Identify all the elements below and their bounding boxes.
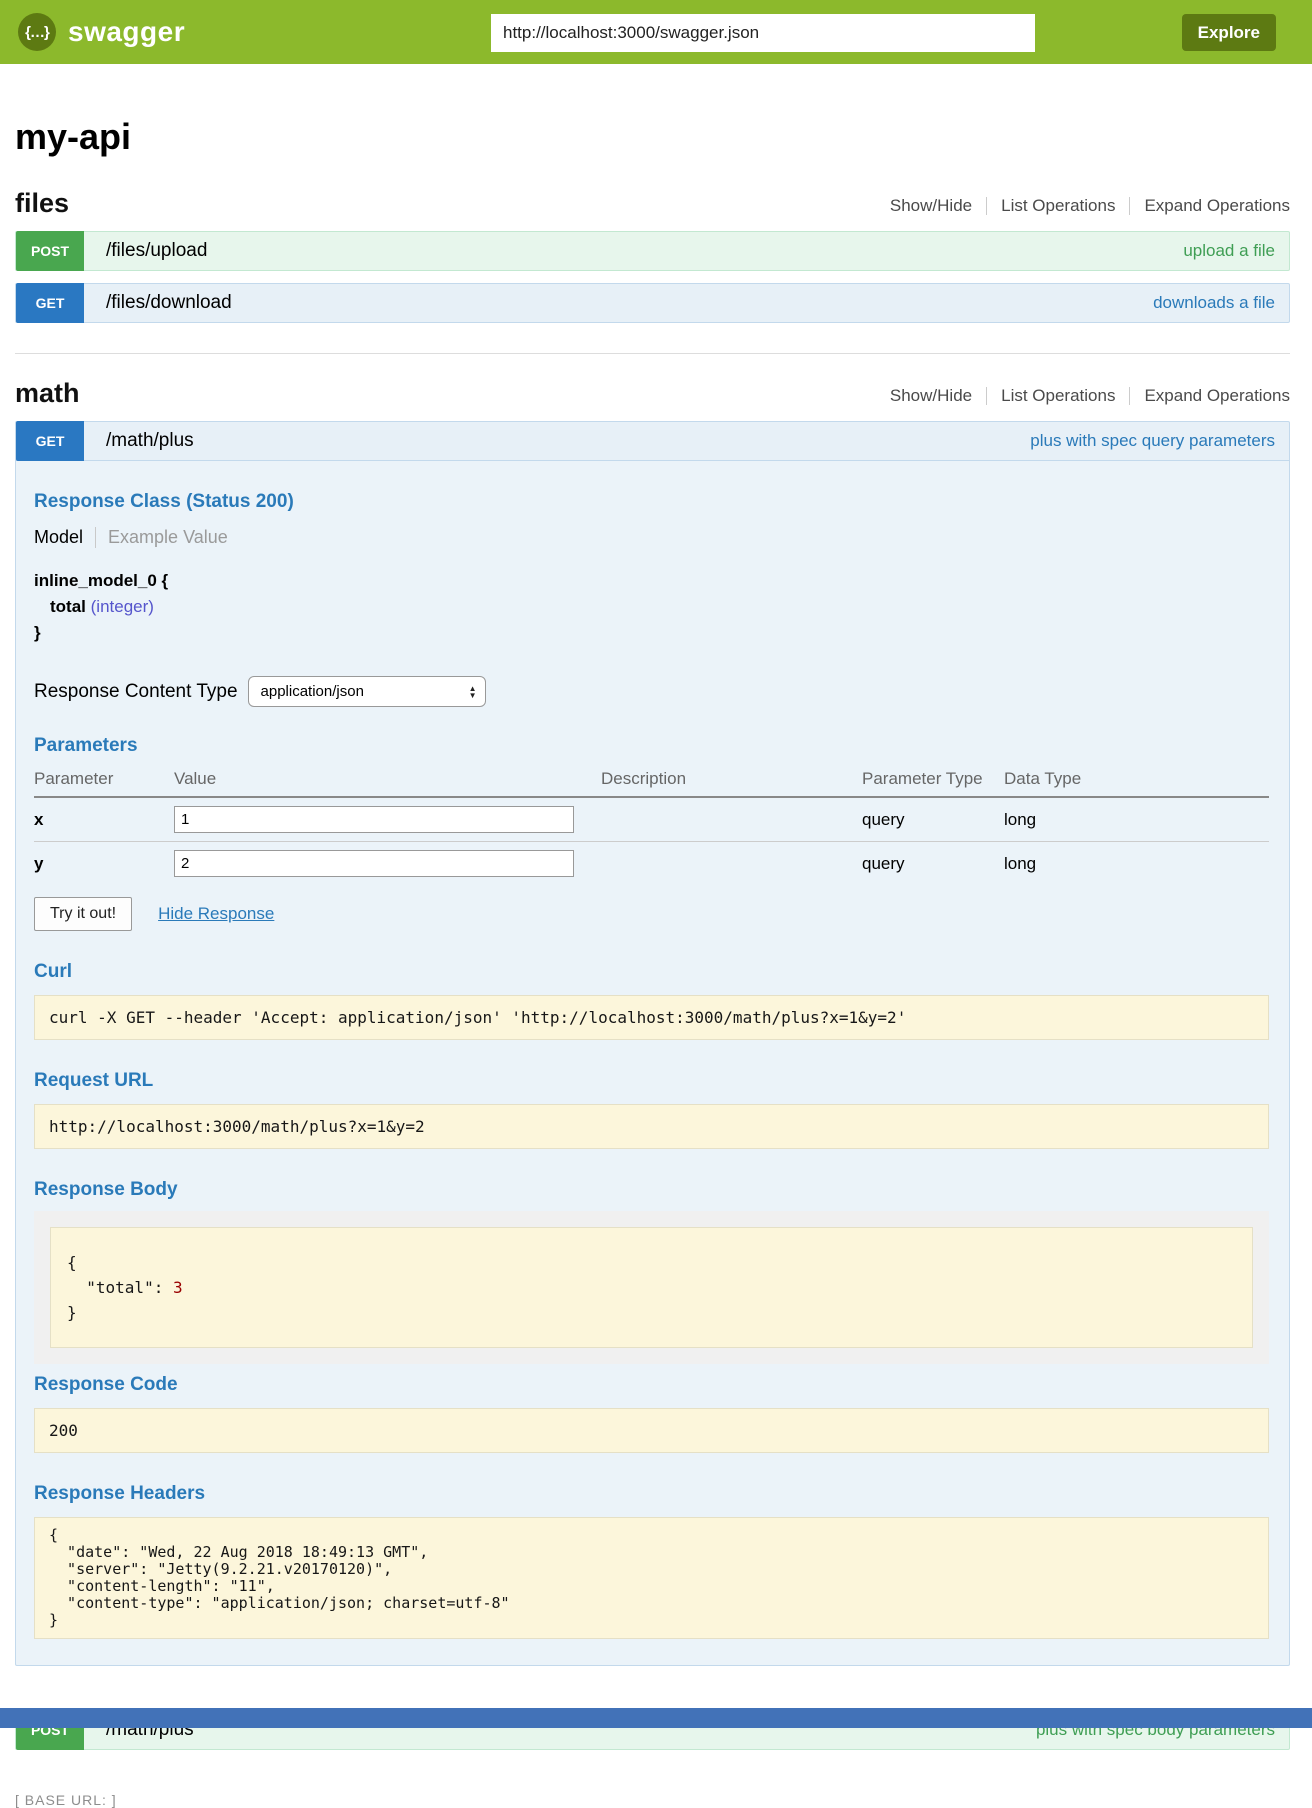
response-headers-heading: Response Headers	[34, 1483, 1269, 1505]
column-description: Description	[601, 763, 862, 797]
content-wrap: my-api files Show/Hide List Operations E…	[15, 116, 1290, 1750]
parameter-name: x	[34, 797, 174, 842]
bottom-message-bar	[0, 1708, 1312, 1728]
response-body-json: { "total":	[67, 1253, 173, 1297]
response-headers-box: { "date": "Wed, 22 Aug 2018 18:49:13 GMT…	[34, 1517, 1269, 1639]
model-property-name: total	[50, 597, 86, 616]
column-value: Value	[174, 763, 601, 797]
parameter-data-type: long	[1004, 842, 1269, 886]
section-divider	[15, 353, 1290, 354]
curl-command-box: curl -X GET --header 'Accept: applicatio…	[34, 995, 1269, 1040]
explore-button[interactable]: Explore	[1182, 14, 1276, 51]
response-class-tabs: Model Example Value	[34, 527, 1269, 548]
response-code-box: 200	[34, 1408, 1269, 1453]
http-method-badge[interactable]: GET	[16, 283, 84, 323]
swagger-logo[interactable]: {…} swagger	[18, 13, 185, 51]
model-open-line: inline_model_0 {	[34, 568, 1269, 594]
model-property-type: (integer)	[91, 597, 154, 616]
request-url-box: http://localhost:3000/math/plus?x=1&y=2	[34, 1104, 1269, 1149]
section-header-files: files Show/Hide List Operations Expand O…	[15, 188, 1290, 219]
controls-divider	[1129, 387, 1130, 405]
response-body-heading: Response Body	[34, 1179, 1269, 1201]
hide-response-link[interactable]: Hide Response	[158, 904, 274, 924]
list-operations-link[interactable]: List Operations	[1001, 196, 1115, 216]
controls-divider	[986, 387, 987, 405]
response-body-json-close: }	[67, 1303, 77, 1322]
response-body-number: 3	[173, 1278, 183, 1297]
tab-model[interactable]: Model	[34, 527, 96, 548]
operation-row-get-math-plus[interactable]: GET /math/plus plus with spec query para…	[15, 421, 1290, 461]
parameter-type: query	[862, 842, 1004, 886]
operation-detail-panel: Response Class (Status 200) Model Exampl…	[15, 461, 1290, 1666]
section-title-files[interactable]: files	[15, 188, 69, 219]
operation-path[interactable]: /files/upload	[106, 240, 207, 262]
controls-divider	[1129, 197, 1130, 215]
response-content-type-row: Response Content Type application/json ▲…	[34, 676, 1269, 707]
spec-url-input[interactable]	[492, 15, 1034, 51]
http-method-badge[interactable]: POST	[16, 231, 84, 271]
response-code-heading: Response Code	[34, 1374, 1269, 1396]
expand-operations-link[interactable]: Expand Operations	[1144, 386, 1290, 406]
curl-heading: Curl	[34, 961, 1269, 983]
show-hide-link[interactable]: Show/Hide	[890, 386, 972, 406]
swagger-logo-icon: {…}	[18, 13, 56, 51]
model-property-line: total (integer)	[34, 594, 1269, 620]
top-bar: {…} swagger Explore	[0, 0, 1312, 64]
brand-title: swagger	[68, 16, 185, 48]
operation-summary-link[interactable]: upload a file	[1183, 241, 1275, 261]
parameters-table: Parameter Value Description Parameter Ty…	[34, 763, 1269, 885]
parameter-row-y: y query long	[34, 842, 1269, 886]
parameter-description	[601, 797, 862, 842]
parameter-value-input-x[interactable]	[174, 806, 574, 833]
controls-divider	[986, 197, 987, 215]
selected-content-type: application/json	[261, 683, 469, 700]
model-signature: inline_model_0 { total (integer) }	[34, 568, 1269, 646]
response-content-type-label: Response Content Type	[34, 681, 238, 703]
actions-row: Try it out! Hide Response	[34, 897, 1269, 931]
request-url-heading: Request URL	[34, 1070, 1269, 1092]
operation-row-get-files-download[interactable]: GET /files/download downloads a file	[15, 283, 1290, 323]
column-data-type: Data Type	[1004, 763, 1269, 797]
operation-summary-link[interactable]: plus with spec query parameters	[1030, 431, 1275, 451]
response-body-box: { "total": 3 }	[50, 1227, 1253, 1348]
operation-path[interactable]: /files/download	[106, 292, 232, 314]
parameters-header-row: Parameter Value Description Parameter Ty…	[34, 763, 1269, 797]
operation-path[interactable]: /math/plus	[106, 430, 194, 452]
column-parameter: Parameter	[34, 763, 174, 797]
operation-summary-link[interactable]: downloads a file	[1153, 293, 1275, 313]
section-controls-files: Show/Hide List Operations Expand Operati…	[890, 196, 1290, 219]
response-class-heading: Response Class (Status 200)	[34, 491, 1269, 513]
parameter-row-x: x query long	[34, 797, 1269, 842]
http-method-badge[interactable]: GET	[16, 421, 84, 461]
expand-operations-link[interactable]: Expand Operations	[1144, 196, 1290, 216]
operation-row-post-files-upload[interactable]: POST /files/upload upload a file	[15, 231, 1290, 271]
parameter-type: query	[862, 797, 1004, 842]
try-it-out-button[interactable]: Try it out!	[34, 897, 132, 931]
section-header-math: math Show/Hide List Operations Expand Op…	[15, 378, 1290, 409]
section-title-math[interactable]: math	[15, 378, 80, 409]
column-parameter-type: Parameter Type	[862, 763, 1004, 797]
section-controls-math: Show/Hide List Operations Expand Operati…	[890, 386, 1290, 409]
parameters-heading: Parameters	[34, 735, 1269, 757]
parameter-value-input-y[interactable]	[174, 850, 574, 877]
api-title: my-api	[15, 116, 1290, 158]
response-content-type-select[interactable]: application/json ▲▼	[248, 676, 486, 707]
parameter-name: y	[34, 842, 174, 886]
show-hide-link[interactable]: Show/Hide	[890, 196, 972, 216]
parameter-description	[601, 842, 862, 886]
parameter-data-type: long	[1004, 797, 1269, 842]
model-close-line: }	[34, 620, 1269, 646]
list-operations-link[interactable]: List Operations	[1001, 386, 1115, 406]
select-arrows-icon: ▲▼	[469, 685, 477, 699]
tab-example-value[interactable]: Example Value	[96, 527, 228, 548]
base-url-footer: [ BASE URL: ]	[15, 1792, 1312, 1808]
response-body-wrapper: { "total": 3 }	[34, 1211, 1269, 1364]
